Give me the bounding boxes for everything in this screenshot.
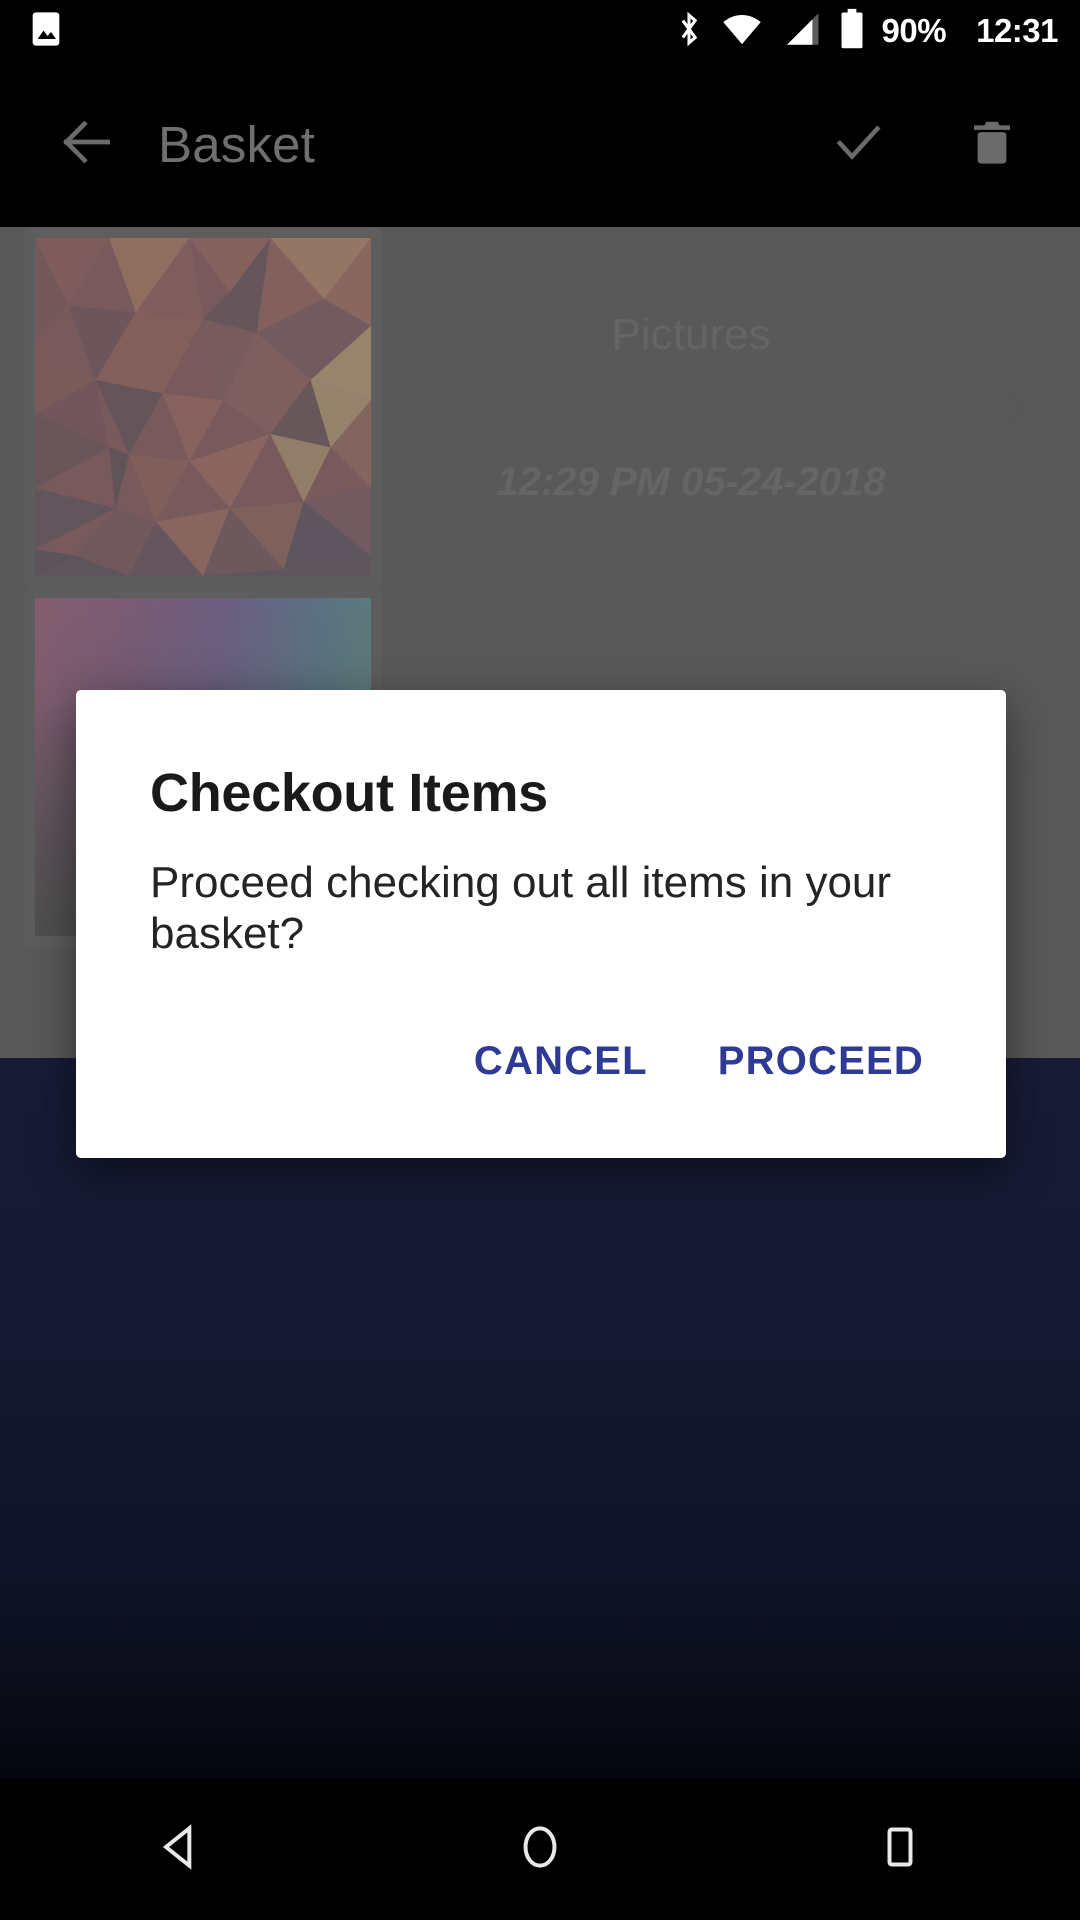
proceed-button[interactable]: PROCEED bbox=[692, 1023, 950, 1100]
bluetooth-icon bbox=[674, 9, 704, 54]
nav-back-triangle-icon bbox=[152, 1819, 208, 1880]
nav-recents-square-icon bbox=[872, 1819, 928, 1880]
status-bar-right: 90% 12:31 bbox=[674, 8, 1080, 55]
battery-percent-label: 90% bbox=[881, 12, 947, 49]
item-timestamp: 12:29 PM 05-24-2018 bbox=[496, 459, 886, 504]
app-background-area bbox=[0, 1058, 1080, 1778]
app-bar-actions bbox=[806, 93, 1080, 197]
cellular-signal-icon bbox=[780, 11, 822, 52]
cancel-button[interactable]: CANCEL bbox=[448, 1023, 674, 1100]
app-bar: Basket bbox=[0, 62, 1080, 227]
page-title: Basket bbox=[158, 116, 316, 173]
confirm-button[interactable] bbox=[806, 93, 910, 197]
dialog-message: Proceed checking out all items in your b… bbox=[150, 858, 892, 958]
nav-home-button[interactable] bbox=[455, 1778, 625, 1920]
nav-home-circle-icon bbox=[512, 1819, 568, 1880]
arrow-left-icon bbox=[56, 111, 118, 178]
checkout-dialog: Checkout Items Proceed checking out all … bbox=[76, 690, 1006, 1158]
status-bar-left bbox=[0, 9, 66, 54]
phone-screen: 90% 12:31 Basket Pictures 12:29 PM 05-24… bbox=[0, 0, 1080, 1920]
status-bar: 90% 12:31 bbox=[0, 0, 1080, 62]
item-thumbnail bbox=[35, 238, 371, 576]
list-item[interactable]: Pictures 12:29 PM 05-24-2018 bbox=[0, 227, 1080, 587]
low-poly-red-artwork bbox=[35, 238, 371, 576]
status-bar-clock: 12:31 bbox=[976, 12, 1058, 49]
battery-icon bbox=[838, 8, 866, 55]
trash-icon bbox=[965, 115, 1019, 174]
chevron-right-icon[interactable] bbox=[974, 367, 1054, 447]
nav-recents-button[interactable] bbox=[815, 1778, 985, 1920]
item-thumbnail-frame bbox=[24, 227, 382, 587]
dialog-actions: CANCEL PROCEED bbox=[76, 1023, 1006, 1158]
image-icon bbox=[26, 9, 66, 54]
android-navigation-bar bbox=[0, 1778, 1080, 1920]
nav-back-button[interactable] bbox=[95, 1778, 265, 1920]
wifi-icon bbox=[720, 11, 764, 52]
check-icon bbox=[829, 113, 887, 176]
item-title: Pictures bbox=[611, 309, 771, 359]
delete-button[interactable] bbox=[940, 93, 1044, 197]
back-button[interactable] bbox=[28, 86, 146, 204]
dialog-title: Checkout Items bbox=[150, 763, 548, 823]
